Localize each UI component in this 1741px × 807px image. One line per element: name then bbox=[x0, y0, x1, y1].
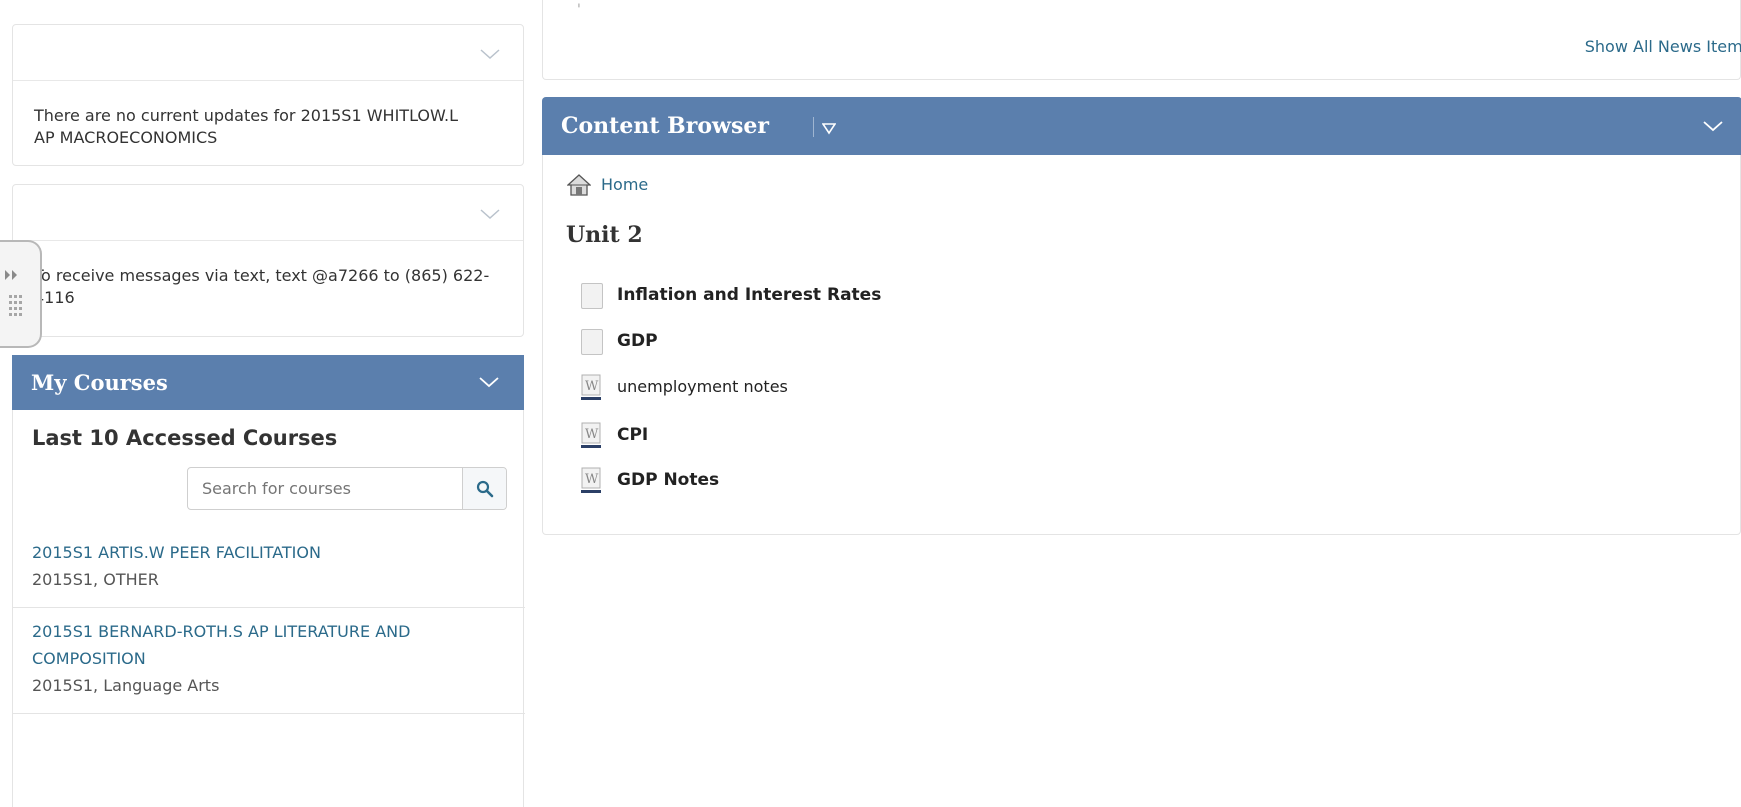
show-all-news-link[interactable]: Show All News Items bbox=[1585, 37, 1741, 56]
list-item[interactable]: W GDP Notes bbox=[581, 467, 1181, 495]
chevron-down-icon[interactable] bbox=[479, 207, 501, 221]
my-courses-widget: My Courses Last 10 Accessed Courses 2015… bbox=[12, 355, 525, 807]
chevron-down-icon[interactable] bbox=[479, 47, 501, 61]
news-widget: ' Show All News Items bbox=[542, 0, 1741, 80]
sms-widget-header bbox=[13, 185, 523, 241]
breadcrumb-home-link[interactable]: Home bbox=[601, 175, 648, 194]
content-item-label[interactable]: Inflation and Interest Rates bbox=[617, 285, 881, 305]
header-divider bbox=[813, 117, 814, 137]
content-item-label[interactable]: CPI bbox=[617, 425, 648, 445]
word-document-icon: W bbox=[581, 467, 601, 493]
search-button[interactable] bbox=[462, 468, 506, 509]
chevron-down-icon[interactable] bbox=[1702, 119, 1724, 133]
list-item: 2015S1 BERNARD-ROTH.S AP LITERATURE AND … bbox=[13, 618, 525, 714]
my-courses-title: My Courses bbox=[31, 370, 168, 395]
list-item[interactable]: GDP bbox=[581, 329, 1181, 355]
word-document-icon: W bbox=[581, 374, 601, 400]
chevron-down-icon[interactable] bbox=[478, 375, 500, 389]
unit-title: Unit 2 bbox=[566, 222, 643, 248]
list-item: 2015S1 ARTIS.W PEER FACILITATION 2015S1,… bbox=[13, 539, 525, 608]
last-accessed-heading: Last 10 Accessed Courses bbox=[32, 426, 338, 450]
blank-page-icon bbox=[581, 283, 603, 309]
news-fragment: ' bbox=[577, 2, 581, 18]
updates-message: There are no current updates for 2015S1 … bbox=[34, 106, 458, 147]
content-item-label[interactable]: unemployment notes bbox=[617, 377, 788, 396]
content-item-label[interactable]: GDP Notes bbox=[617, 470, 719, 490]
content-browser-header: Content Browser bbox=[542, 97, 1741, 155]
content-item-label[interactable]: GDP bbox=[617, 331, 658, 351]
grip-icon bbox=[9, 295, 22, 316]
updates-widget: There are no current updates for 2015S1 … bbox=[12, 24, 524, 166]
search-icon bbox=[476, 480, 494, 498]
blank-page-icon bbox=[581, 329, 603, 355]
list-item[interactable]: W unemployment notes bbox=[581, 374, 1181, 402]
course-search bbox=[187, 467, 507, 510]
content-browser-widget: Content Browser Home Unit 2 Inflation an… bbox=[542, 97, 1741, 535]
course-meta: 2015S1, Language Arts bbox=[32, 676, 220, 695]
expand-arrows-icon bbox=[5, 270, 17, 280]
course-meta: 2015S1, OTHER bbox=[32, 570, 159, 589]
side-drawer-handle[interactable] bbox=[0, 240, 42, 348]
sms-widget: To receive messages via text, text @a726… bbox=[12, 184, 524, 337]
word-document-icon: W bbox=[581, 422, 601, 448]
list-item[interactable]: Inflation and Interest Rates bbox=[581, 283, 1181, 309]
context-menu-icon[interactable] bbox=[821, 120, 837, 139]
svg-text:W: W bbox=[585, 427, 599, 442]
course-link[interactable]: 2015S1 ARTIS.W PEER FACILITATION bbox=[32, 539, 525, 566]
svg-text:W: W bbox=[585, 472, 599, 487]
course-search-input[interactable] bbox=[188, 468, 462, 509]
svg-text:W: W bbox=[585, 379, 599, 394]
updates-widget-header bbox=[13, 25, 523, 81]
my-courses-header: My Courses bbox=[12, 355, 524, 410]
sms-message: To receive messages via text, text @a726… bbox=[34, 266, 490, 307]
course-link[interactable]: 2015S1 BERNARD-ROTH.S AP LITERATURE AND … bbox=[32, 618, 512, 672]
list-item[interactable]: W CPI bbox=[581, 422, 1181, 450]
home-icon bbox=[567, 174, 591, 196]
content-browser-title: Content Browser bbox=[561, 113, 769, 139]
